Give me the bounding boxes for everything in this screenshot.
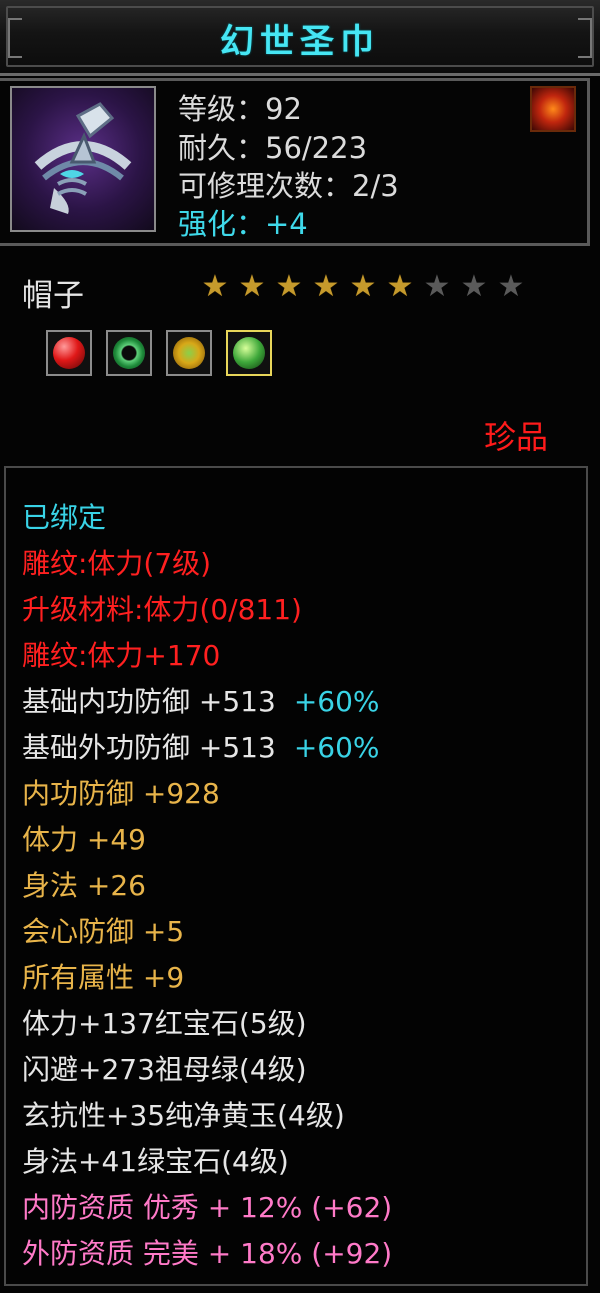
star-filled-icon: ★ [201,269,229,304]
base-inner-defense-pct: +60% [293,685,380,718]
item-tooltip: 幻世圣巾 等级：92 耐久：56/223 可修理次数：2/3 强化：+4 帽子 … [0,0,600,1293]
star-filled-icon: ★ [275,269,303,304]
engrave-level: 雕纹:体力(7级) [22,547,212,580]
base-inner-defense: 基础内功防御 +513 +60% [22,680,380,720]
base-outer-defense: 基础外功防御 +513 +60% [22,726,380,766]
star-filled-icon: ★ [386,269,414,304]
item-repair-count: 可修理次数：2/3 [178,169,399,203]
gem-bonus-3: 玄抗性+35纯净黄玉(4级) [22,1099,345,1132]
vitality: 体力 +49 [22,823,146,856]
quality-inner: 内防资质 优秀 + 12% (+62) [22,1191,393,1224]
star-filled-icon: ★ [349,269,377,304]
item-enhance: 强化：+4 [178,207,308,241]
star-empty-icon: ★ [497,269,525,304]
base-inner-defense-value: 基础内功防御 +513 [22,685,276,718]
emerald-ring-icon[interactable] [106,330,152,376]
agility: 身法 +26 [22,869,146,902]
yellow-jade-icon[interactable] [166,330,212,376]
ornate-headband-icon [10,86,156,232]
all-attributes: 所有属性 +9 [22,961,185,994]
upgrade-material: 升级材料:体力(0/811) [22,593,302,626]
green-gem-icon[interactable] [226,330,272,376]
gem-slots [46,330,272,376]
item-title: 幻世圣巾 [220,22,380,62]
gem-bonus-4: 身法+41绿宝石(4级) [22,1145,289,1178]
star-empty-icon: ★ [460,269,488,304]
item-type: 帽子 [22,278,84,314]
crit-defense: 会心防御 +5 [22,915,185,948]
star-filled-icon: ★ [312,269,340,304]
fire-swirl-icon [530,86,576,132]
star-empty-icon: ★ [423,269,451,304]
gem-bonus-2: 闪避+273祖母绿(4级) [22,1053,307,1086]
engrave-bonus: 雕纹:体力+170 [22,639,221,672]
rarity-label: 珍品 [484,418,549,456]
item-level: 等级：92 [178,92,302,126]
item-durability: 耐久：56/223 [178,131,368,165]
star-filled-icon: ★ [238,269,266,304]
inner-defense: 内功防御 +928 [22,777,220,810]
base-outer-defense-value: 基础外功防御 +513 [22,731,276,764]
quality-outer: 外防资质 完美 + 18% (+92) [22,1237,393,1270]
bound-status: 已绑定 [22,501,107,534]
base-outer-defense-pct: +60% [293,731,380,764]
star-rating: ★ ★ ★ ★ ★ ★ ★ ★ ★ [200,272,526,302]
title-bar: 幻世圣巾 [0,0,600,76]
gem-bonus-1: 体力+137红宝石(5级) [22,1007,307,1040]
red-gem-icon[interactable] [46,330,92,376]
